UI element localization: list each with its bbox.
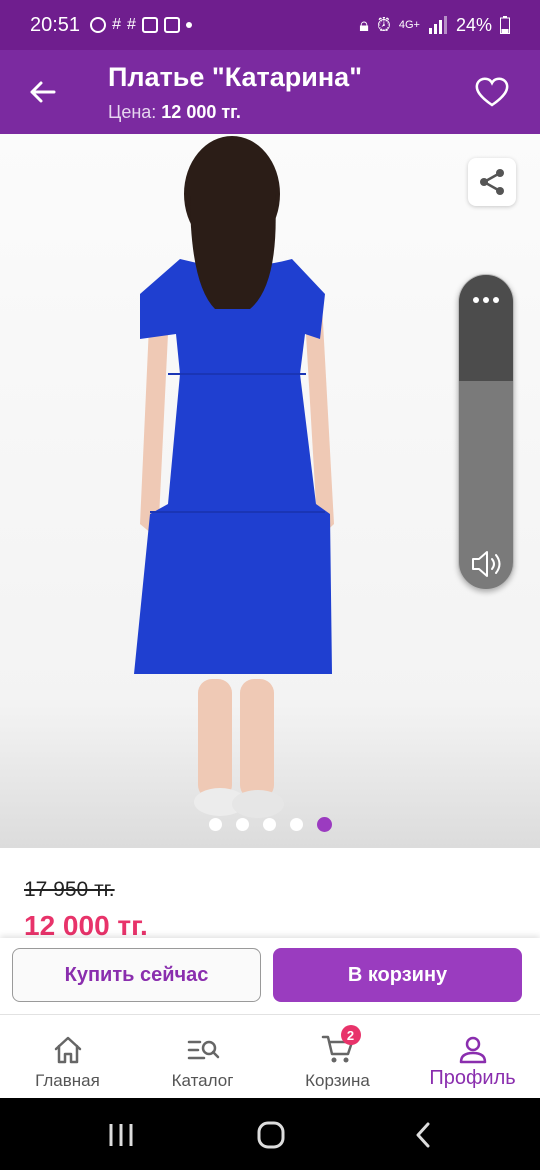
hashtag-icon: # (112, 16, 121, 33)
lock-icon: 🔒︎ (359, 14, 369, 35)
page-title: Платье "Катарина" (108, 62, 362, 92)
nav-label-home: Главная (35, 1071, 100, 1090)
status-right: 🔒︎ ⏰︎ 4G+ 24% (359, 15, 510, 36)
price-value: 12 000 тг. (161, 102, 241, 122)
nav-label-cart: Корзина (305, 1071, 370, 1090)
gallery-dot[interactable] (208, 818, 222, 831)
gallery-dot[interactable] (289, 818, 303, 831)
instagram-icon (141, 17, 158, 33)
arrow-left-icon (30, 81, 56, 103)
gallery-dot[interactable] (235, 818, 249, 831)
battery-icon (500, 16, 510, 34)
volume-level-bar[interactable] (459, 275, 513, 381)
share-button[interactable] (468, 158, 516, 206)
gallery-indicator (0, 817, 540, 832)
profile-icon (459, 1036, 486, 1064)
battery-percent: 24% (455, 14, 492, 35)
mail-icon (163, 17, 180, 33)
chevron-left-icon (416, 1122, 430, 1148)
home-circle-icon (257, 1121, 285, 1149)
speaker-icon[interactable] (459, 549, 513, 579)
notification-icons: # # (90, 16, 192, 34)
nav-item-home[interactable]: Главная (0, 1015, 135, 1099)
heart-icon (475, 77, 509, 107)
recent-apps-icon (109, 1124, 133, 1146)
system-navigation-bar (0, 1098, 540, 1170)
catalog-search-icon (187, 1040, 219, 1060)
price-subtitle: Цена: 12 000 тг. (108, 102, 241, 123)
add-to-cart-button[interactable]: В корзину (273, 948, 522, 1002)
status-bar: 20:51 # # 🔒︎ ⏰︎ 4G+ 24% (0, 0, 540, 50)
share-icon (480, 169, 504, 195)
gallery-dot[interactable] (262, 818, 276, 831)
gallery-dot-active[interactable] (316, 817, 332, 832)
alarm-icon: ⏰︎ (376, 14, 391, 35)
price-label: Цена: (108, 102, 157, 122)
action-bar: Купить сейчас В корзину (0, 938, 540, 1014)
hashtag-icon: # (126, 16, 136, 33)
old-price: 17 950 тг. (24, 878, 115, 901)
system-back-button[interactable] (408, 1120, 438, 1150)
status-time: 20:51 (30, 13, 81, 36)
network-type: 4G+ (398, 19, 420, 31)
pinterest-icon (90, 17, 107, 33)
nav-label-profile: Профиль (429, 1067, 516, 1089)
new-price: 12 000 тг. (24, 910, 148, 938)
nav-label-catalog: Каталог (171, 1071, 234, 1090)
nav-item-cart[interactable]: 2 Корзина (270, 1015, 405, 1099)
buy-now-button[interactable]: Купить сейчас (12, 948, 261, 1002)
nav-item-profile[interactable]: Профиль (405, 1015, 540, 1099)
bottom-navigation: Главная Каталог 2 Корзина Профиль (0, 1014, 540, 1098)
app-bar: Платье "Катарина" Цена: 12 000 тг. (0, 50, 540, 134)
price-section: 17 950 тг. 12 000 тг. (0, 848, 540, 938)
cart-badge: 2 (340, 1025, 361, 1045)
signal-icon (428, 16, 447, 34)
favorite-button[interactable] (472, 72, 512, 112)
home-button[interactable] (256, 1120, 286, 1150)
volume-panel[interactable] (458, 274, 514, 590)
more-notifications-icon (185, 22, 192, 28)
more-options-icon[interactable] (473, 297, 499, 381)
back-button[interactable] (22, 72, 62, 112)
nav-item-catalog[interactable]: Каталог (135, 1015, 270, 1099)
home-icon (54, 1036, 81, 1064)
recent-apps-button[interactable] (106, 1120, 136, 1150)
